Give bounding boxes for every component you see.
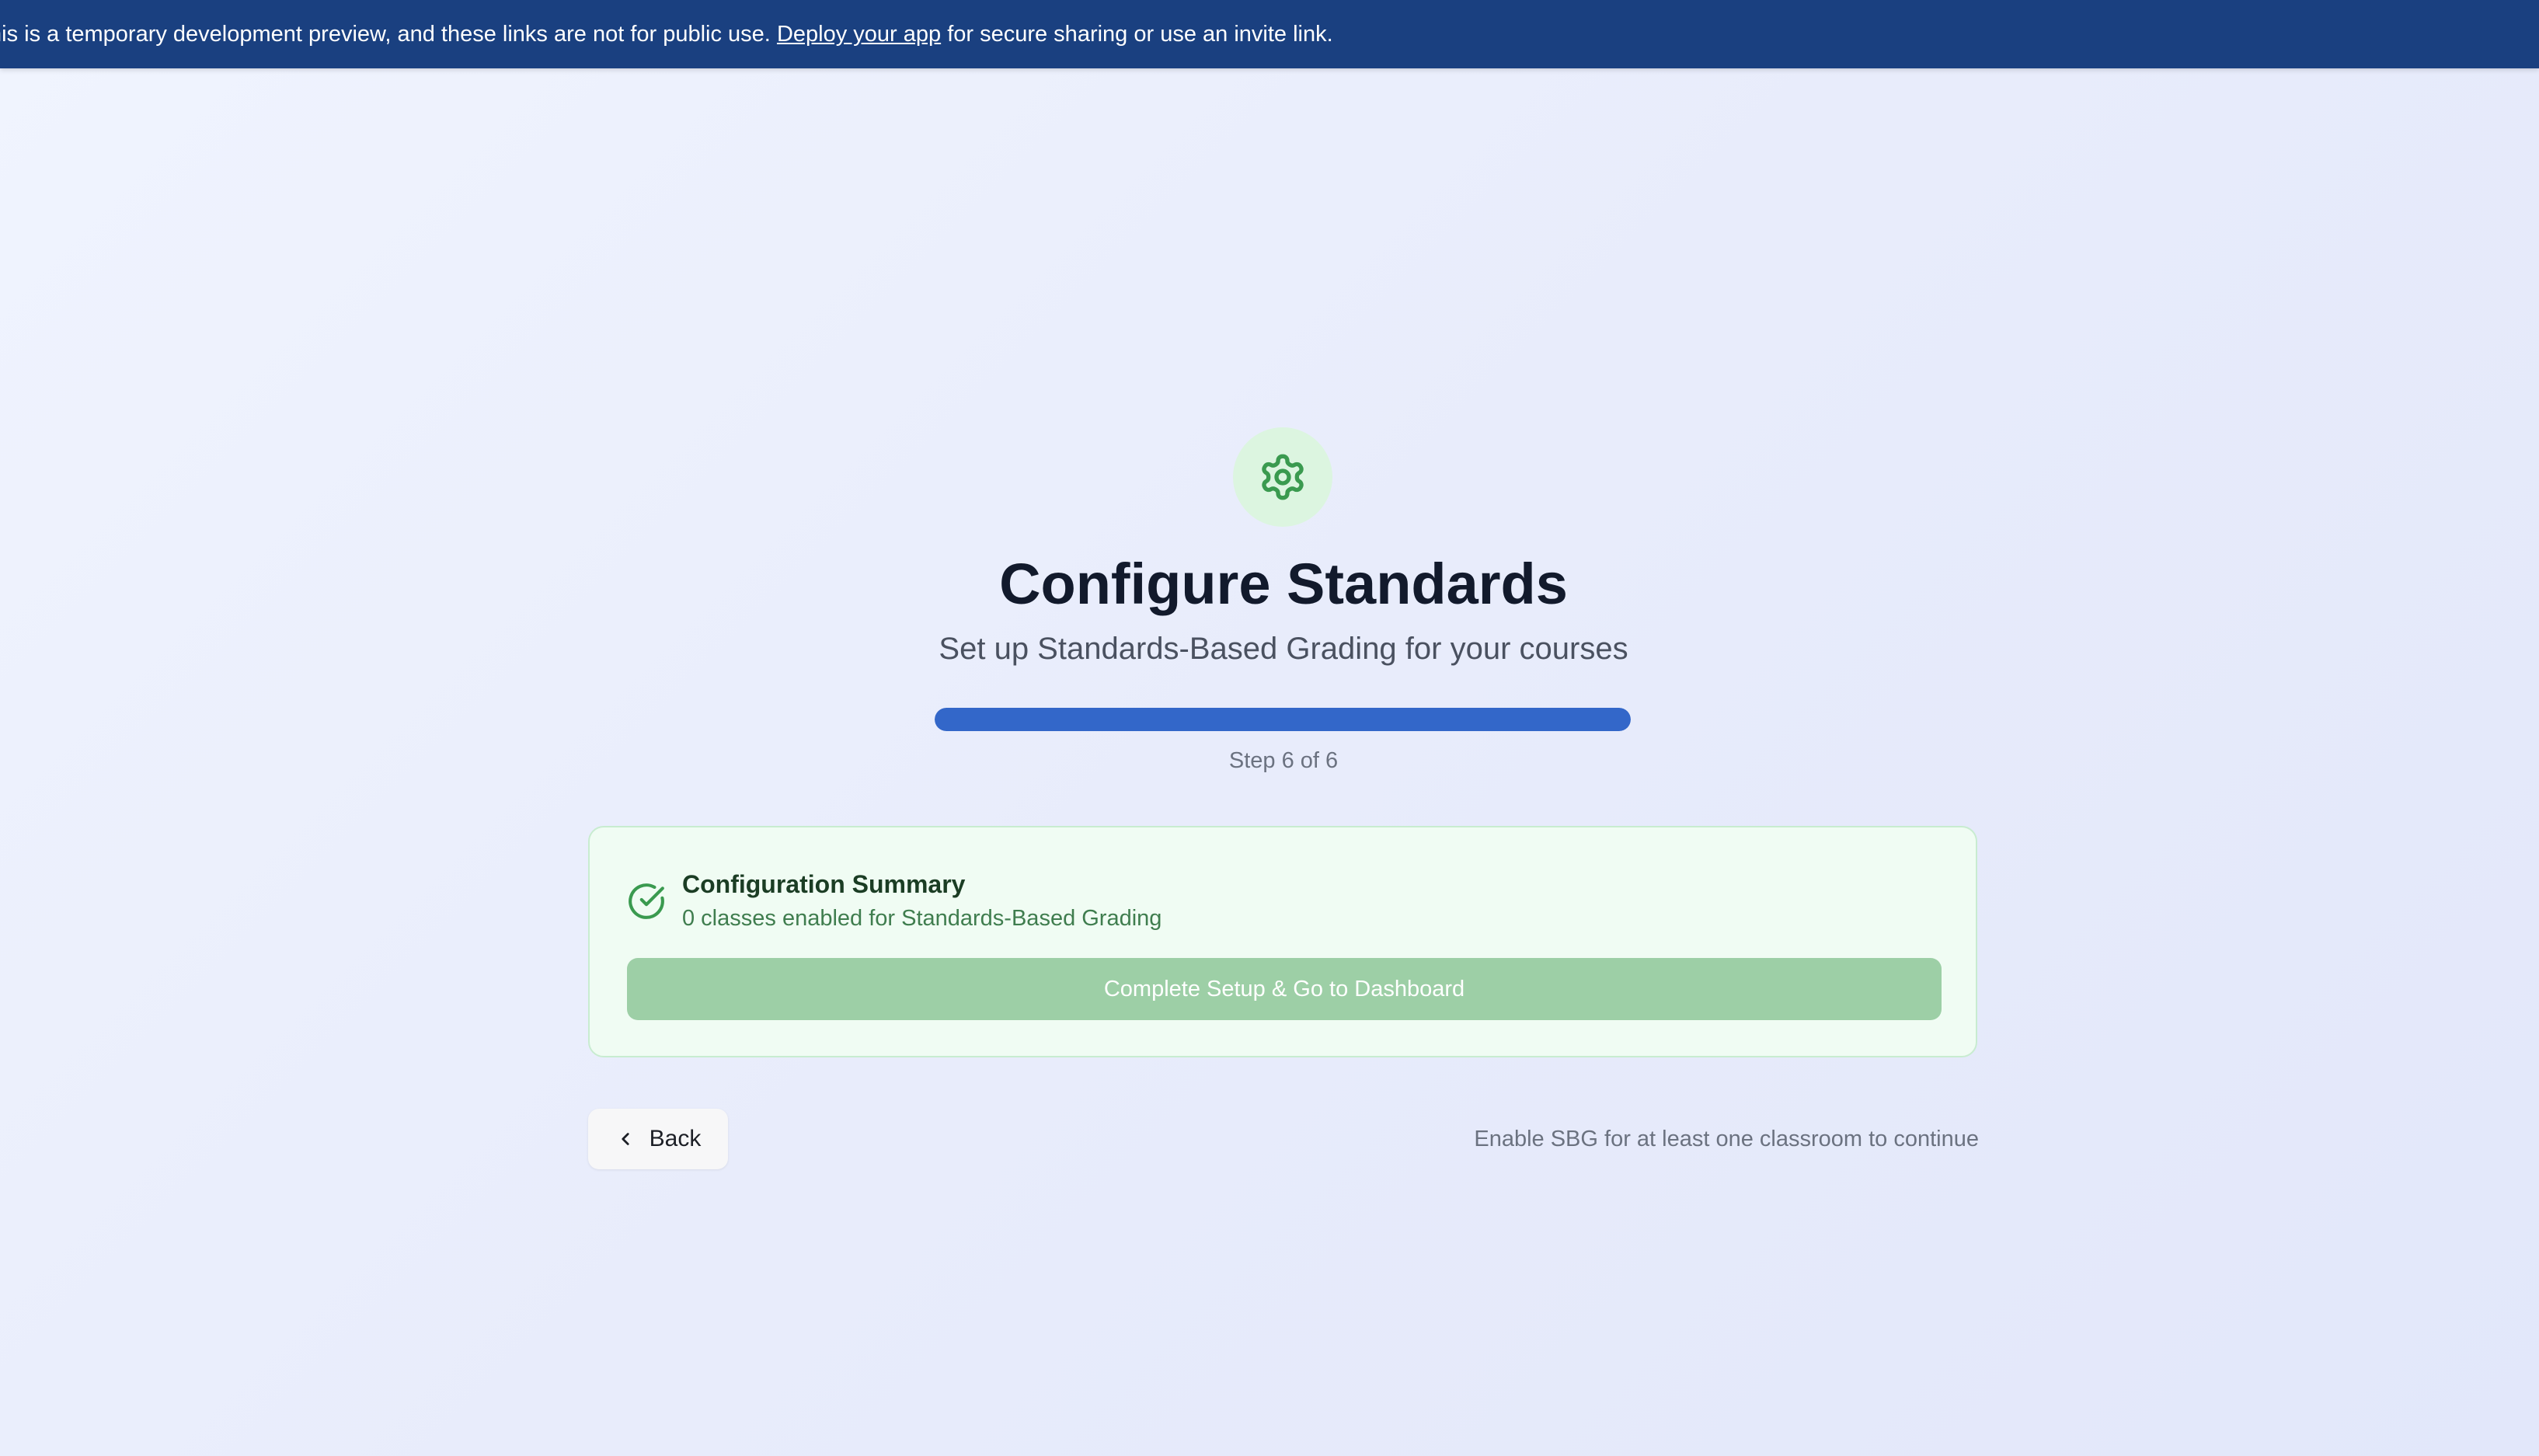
gear-icon-badge: [1233, 427, 1332, 527]
summary-title: Configuration Summary: [682, 870, 966, 898]
check-circle-icon: [629, 883, 664, 919]
dev-preview-banner: his is a temporary development preview, …: [0, 0, 2539, 68]
page-title: Configure Standards: [999, 552, 1568, 616]
configuration-summary-card: Configuration Summary 0 classes enabled …: [588, 826, 1977, 1057]
banner-message: his is a temporary development preview, …: [0, 0, 1333, 68]
banner-text-after: for secure sharing or use an invite link…: [947, 22, 1333, 47]
banner-text-before: his is a temporary development preview, …: [0, 22, 771, 47]
step-indicator: Step 6 of 6: [1228, 748, 1339, 773]
chevron-left-icon: [622, 1133, 629, 1145]
progress-bar-fill: [935, 708, 1631, 731]
progress-bar: [935, 708, 1631, 731]
summary-subtitle: 0 classes enabled for Standards-Based Gr…: [682, 906, 1162, 931]
back-button[interactable]: Back: [588, 1109, 728, 1169]
complete-setup-button[interactable]: Complete Setup & Go to Dashboard: [627, 958, 1942, 1020]
back-button-label: Back: [649, 1126, 702, 1151]
deploy-app-link[interactable]: Deploy your app: [777, 22, 941, 47]
continue-hint: Enable SBG for at least one classroom to…: [1474, 1127, 1979, 1151]
gear-icon: [1262, 454, 1304, 500]
page-subtitle: Set up Standards-Based Grading for your …: [939, 632, 1628, 666]
